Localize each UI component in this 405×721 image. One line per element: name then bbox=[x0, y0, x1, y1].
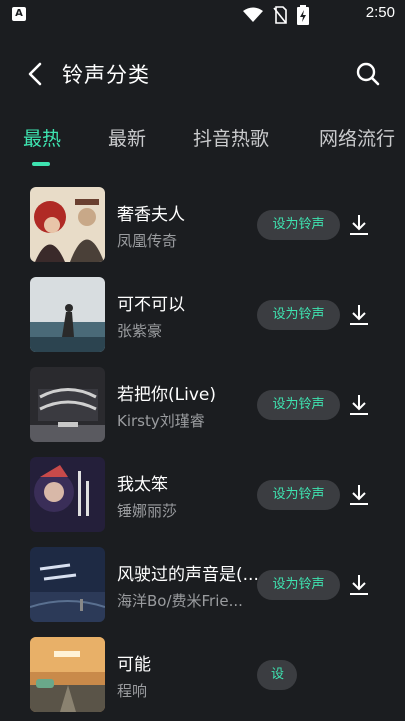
tab-hottest[interactable]: 最热 bbox=[23, 124, 61, 151]
download-icon bbox=[350, 485, 368, 505]
song-title: 我太笨 bbox=[117, 475, 168, 495]
app-notification-icon: A bbox=[12, 7, 26, 21]
header: 铃声分类 bbox=[0, 52, 405, 96]
set-ringtone-button[interactable]: 设 bbox=[257, 660, 297, 690]
status-bar: A 2:50 bbox=[0, 0, 405, 30]
song-title: 奢香夫人 bbox=[117, 205, 185, 225]
download-button[interactable] bbox=[348, 213, 370, 237]
page-title: 铃声分类 bbox=[62, 63, 150, 87]
album-cover bbox=[30, 457, 105, 532]
battery-charging-icon bbox=[297, 5, 309, 25]
download-icon bbox=[350, 215, 368, 235]
list-item[interactable]: 可不可以 张紫豪 设为铃声 bbox=[0, 270, 405, 352]
set-ringtone-button[interactable]: 设为铃声 bbox=[257, 480, 340, 510]
search-button[interactable] bbox=[355, 61, 381, 87]
download-button[interactable] bbox=[348, 483, 370, 507]
song-title: 若把你(Live) bbox=[117, 385, 216, 405]
album-cover bbox=[30, 547, 105, 622]
download-button[interactable] bbox=[348, 573, 370, 597]
song-title: 可不可以 bbox=[117, 295, 185, 315]
no-sim-icon bbox=[273, 6, 287, 24]
song-title: 风驶过的声音是(... bbox=[117, 565, 259, 585]
tab-internet-popular[interactable]: 网络流行 bbox=[319, 124, 395, 151]
song-artist: 海洋Bo/费米Frie... bbox=[117, 592, 243, 610]
download-icon bbox=[350, 395, 368, 415]
download-button[interactable] bbox=[348, 303, 370, 327]
tab-newest[interactable]: 最新 bbox=[108, 124, 146, 151]
set-ringtone-button[interactable]: 设为铃声 bbox=[257, 570, 340, 600]
list-item[interactable]: 可能 程响 设 bbox=[0, 630, 405, 712]
download-icon bbox=[350, 305, 368, 325]
status-icons bbox=[243, 5, 309, 25]
set-ringtone-button[interactable]: 设为铃声 bbox=[257, 390, 340, 420]
song-artist: 锤娜丽莎 bbox=[117, 502, 178, 520]
wifi-icon bbox=[243, 7, 263, 22]
song-title: 可能 bbox=[117, 655, 151, 675]
album-cover bbox=[30, 187, 105, 262]
list-item[interactable]: 奢香夫人 凤凰传奇 设为铃声 bbox=[0, 180, 405, 262]
chevron-left-icon bbox=[28, 62, 42, 86]
download-button[interactable] bbox=[348, 393, 370, 417]
album-cover bbox=[30, 367, 105, 442]
album-cover bbox=[30, 637, 105, 712]
tab-douyin-hits[interactable]: 抖音热歌 bbox=[193, 124, 269, 151]
song-artist: Kirsty刘瑾睿 bbox=[117, 412, 205, 430]
set-ringtone-button[interactable]: 设为铃声 bbox=[257, 210, 340, 240]
list-item[interactable]: 我太笨 锤娜丽莎 设为铃声 bbox=[0, 450, 405, 532]
back-button[interactable] bbox=[22, 60, 50, 88]
song-artist: 张紫豪 bbox=[117, 322, 163, 340]
status-time: 2:50 bbox=[365, 4, 395, 21]
set-ringtone-button[interactable]: 设为铃声 bbox=[257, 300, 340, 330]
active-tab-indicator bbox=[32, 162, 50, 166]
list-item[interactable]: 风驶过的声音是(... 海洋Bo/费米Frie... 设为铃声 bbox=[0, 540, 405, 622]
category-tabs: 最热 最新 抖音热歌 网络流行 bbox=[0, 120, 405, 170]
download-icon bbox=[350, 575, 368, 595]
song-artist: 凤凰传奇 bbox=[117, 232, 178, 250]
album-cover bbox=[30, 277, 105, 352]
search-icon bbox=[356, 62, 380, 86]
song-artist: 程响 bbox=[117, 682, 148, 700]
list-item[interactable]: 若把你(Live) Kirsty刘瑾睿 设为铃声 bbox=[0, 360, 405, 442]
